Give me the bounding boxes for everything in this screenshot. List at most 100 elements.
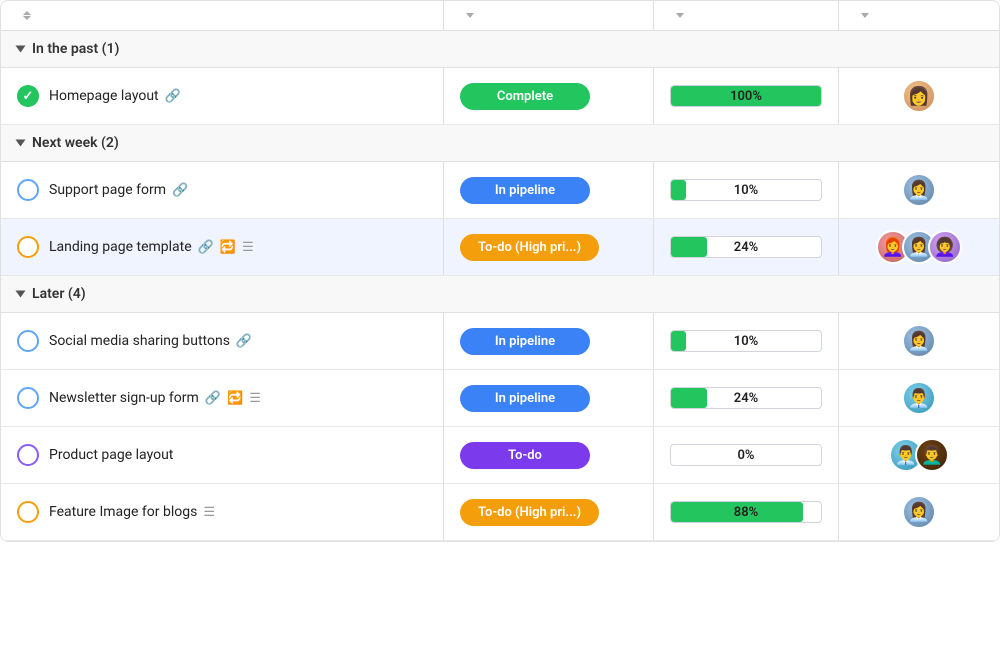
task-row: Social media sharing buttons 🔗 In pipeli… xyxy=(1,313,999,370)
status-icon[interactable] xyxy=(17,330,39,352)
group-label: In the past (1) xyxy=(32,41,119,57)
progress-cell: 10% xyxy=(654,313,839,369)
group-label: Later (4) xyxy=(32,286,86,302)
avatar-group: 👩 xyxy=(855,79,983,113)
group-header-in-the-past[interactable]: In the past (1) xyxy=(1,31,999,68)
assigned-cell: 👨‍💼 xyxy=(839,370,999,426)
stage-badge[interactable]: To-do xyxy=(460,442,590,469)
col-task-title[interactable] xyxy=(1,1,444,30)
task-name: Support page form 🔗 xyxy=(49,182,188,198)
stage-cell: Complete xyxy=(444,68,654,124)
avatar-group: 👩‍💼 xyxy=(855,495,983,529)
link-icon[interactable]: 🔗 xyxy=(236,334,252,349)
progress-bar: 24% xyxy=(670,236,822,258)
status-icon[interactable] xyxy=(17,387,39,409)
repeat-icon[interactable]: 🔁 xyxy=(227,391,243,406)
task-name-cell: Social media sharing buttons 🔗 xyxy=(1,313,444,369)
stage-badge[interactable]: In pipeline xyxy=(460,177,590,204)
avatar: 👩‍💼 xyxy=(902,495,936,529)
status-icon[interactable] xyxy=(17,236,39,258)
task-name: Homepage layout 🔗 xyxy=(49,88,181,104)
progress-label: 100% xyxy=(671,89,821,104)
progress-bar: 10% xyxy=(670,179,822,201)
assigned-cell: 👩‍💼 xyxy=(839,162,999,218)
stage-cell: To-do xyxy=(444,427,654,483)
stage-badge[interactable]: Complete xyxy=(460,83,590,110)
avatar-group: 👩‍💼 xyxy=(855,324,983,358)
assigned-cell: 👩 xyxy=(839,68,999,124)
group-chevron-icon xyxy=(16,140,26,147)
list-icon[interactable]: ☰ xyxy=(203,505,215,520)
task-name: Feature Image for blogs ☰ xyxy=(49,504,215,520)
status-icon[interactable] xyxy=(17,444,39,466)
avatar: 👩‍💼 xyxy=(902,324,936,358)
status-icon[interactable] xyxy=(17,179,39,201)
avatar: 👩 xyxy=(902,79,936,113)
task-row: Feature Image for blogs ☰ To-do (High pr… xyxy=(1,484,999,541)
task-name: Newsletter sign-up form 🔗🔁☰ xyxy=(49,390,261,406)
progress-cell: 24% xyxy=(654,370,839,426)
progress-label: 88% xyxy=(671,505,821,520)
chevron-down-icon xyxy=(861,13,869,18)
chevron-down-icon xyxy=(676,13,684,18)
col-assigned[interactable] xyxy=(839,1,999,30)
stage-cell: In pipeline xyxy=(444,370,654,426)
list-icon[interactable]: ☰ xyxy=(242,240,254,255)
stage-badge[interactable]: To-do (High pri...) xyxy=(460,234,599,261)
progress-bar: 0% xyxy=(670,444,822,466)
progress-cell: 0% xyxy=(654,427,839,483)
link-icon[interactable]: 🔗 xyxy=(165,89,181,104)
table-body: In the past (1) Homepage layout 🔗 Comple… xyxy=(1,31,999,541)
repeat-icon[interactable]: 🔁 xyxy=(220,240,236,255)
task-name-cell: Feature Image for blogs ☰ xyxy=(1,484,444,540)
status-icon[interactable] xyxy=(17,85,39,107)
progress-bar: 88% xyxy=(670,501,822,523)
list-icon[interactable]: ☰ xyxy=(249,391,261,406)
chevron-down-icon xyxy=(466,13,474,18)
table-header xyxy=(1,1,999,31)
sort-up-icon xyxy=(23,11,31,15)
stage-cell: In pipeline xyxy=(444,162,654,218)
avatar-group: 👨‍💼👨‍🦱 xyxy=(855,438,983,472)
task-name-cell: Support page form 🔗 xyxy=(1,162,444,218)
assigned-cell: 👩‍💼 xyxy=(839,484,999,540)
stage-badge[interactable]: To-do (High pri...) xyxy=(460,499,599,526)
sort-icon xyxy=(23,11,31,20)
progress-bar: 24% xyxy=(670,387,822,409)
progress-label: 24% xyxy=(671,391,821,406)
sort-down-icon xyxy=(23,16,31,20)
group-header-later[interactable]: Later (4) xyxy=(1,276,999,313)
progress-cell: 88% xyxy=(654,484,839,540)
link-icon[interactable]: 🔗 xyxy=(172,183,188,198)
task-name-cell: Product page layout xyxy=(1,427,444,483)
stage-badge[interactable]: In pipeline xyxy=(460,328,590,355)
col-stage[interactable] xyxy=(444,1,654,30)
avatar-group: 👨‍💼 xyxy=(855,381,983,415)
task-name: Social media sharing buttons 🔗 xyxy=(49,333,252,349)
task-row: Homepage layout 🔗 Complete 100% 👩 xyxy=(1,68,999,125)
link-icon[interactable]: 🔗 xyxy=(198,240,214,255)
progress-cell: 10% xyxy=(654,162,839,218)
task-name: Product page layout xyxy=(49,447,173,463)
col-progress[interactable] xyxy=(654,1,839,30)
status-icon[interactable] xyxy=(17,501,39,523)
stage-cell: To-do (High pri...) xyxy=(444,484,654,540)
task-name-cell: Homepage layout 🔗 xyxy=(1,68,444,124)
assigned-cell: 👩‍💼 xyxy=(839,313,999,369)
progress-cell: 24% xyxy=(654,219,839,275)
stage-cell: In pipeline xyxy=(444,313,654,369)
task-row: Newsletter sign-up form 🔗🔁☰ In pipeline … xyxy=(1,370,999,427)
stage-badge[interactable]: In pipeline xyxy=(460,385,590,412)
task-name-cell: Landing page template 🔗🔁☰ xyxy=(1,219,444,275)
group-chevron-icon xyxy=(16,46,26,53)
progress-label: 10% xyxy=(671,334,821,349)
avatar: 👩‍🦱 xyxy=(928,230,962,264)
task-table: In the past (1) Homepage layout 🔗 Comple… xyxy=(0,0,1000,542)
progress-label: 10% xyxy=(671,183,821,198)
progress-label: 24% xyxy=(671,240,821,255)
avatar: 👩‍💼 xyxy=(902,173,936,207)
group-header-next-week[interactable]: Next week (2) xyxy=(1,125,999,162)
group-chevron-icon xyxy=(16,291,26,298)
link-icon[interactable]: 🔗 xyxy=(205,391,221,406)
task-name-cell: Newsletter sign-up form 🔗🔁☰ xyxy=(1,370,444,426)
